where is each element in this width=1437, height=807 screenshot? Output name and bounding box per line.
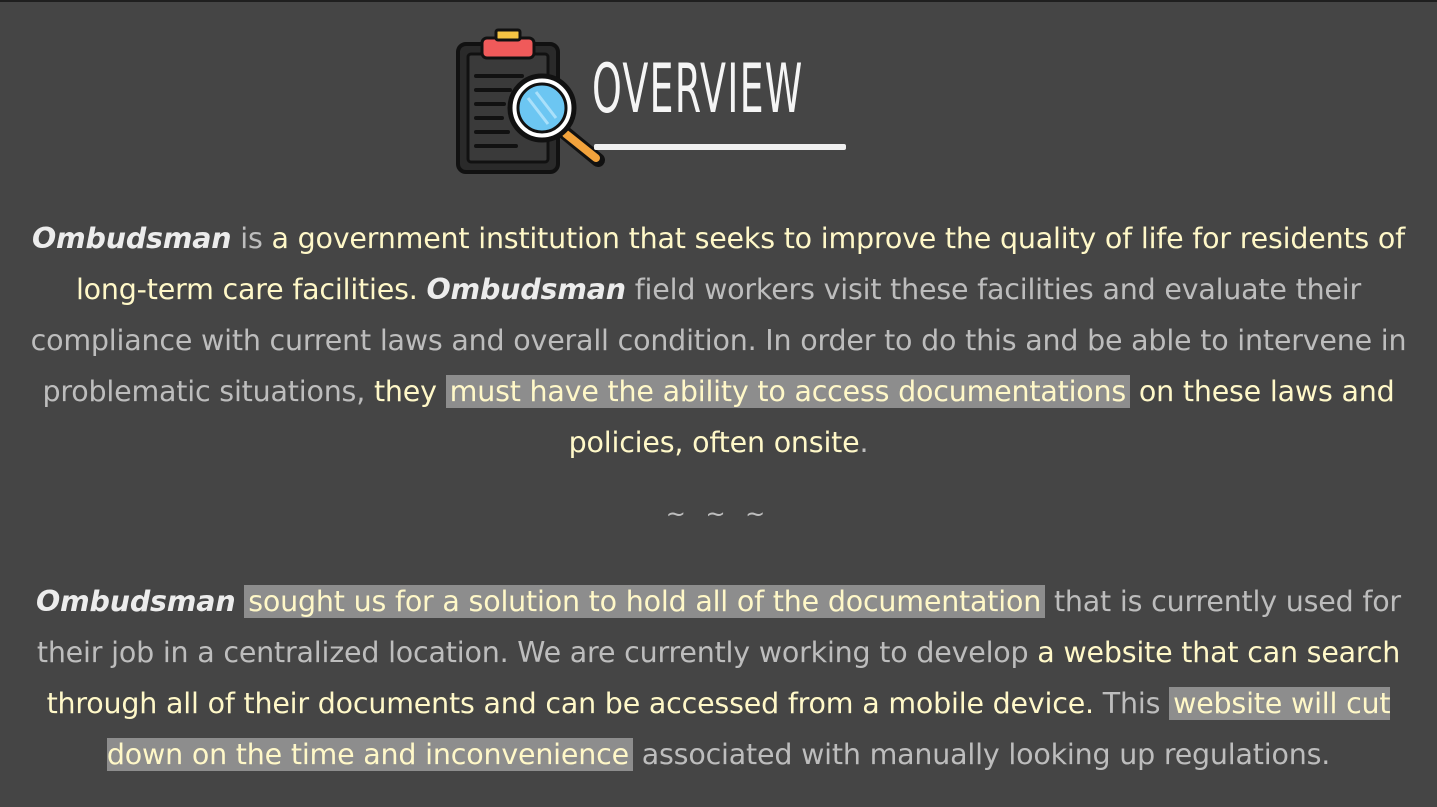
text-span: This bbox=[1093, 687, 1161, 720]
page-title: OVERVIEW bbox=[592, 50, 804, 129]
highlight-text: they bbox=[373, 375, 437, 408]
text-span: associated with manually looking up regu… bbox=[641, 738, 1331, 771]
section-divider: ~ ~ ~ bbox=[665, 500, 772, 528]
title-underline bbox=[594, 144, 846, 150]
overview-paragraph-2: Ombudsman sought us for a solution to ho… bbox=[10, 576, 1427, 780]
org-name: Ombudsman bbox=[426, 273, 626, 306]
highlight-box: must have the ability to access document… bbox=[445, 375, 1131, 408]
org-name: Ombudsman bbox=[36, 585, 236, 618]
header: OVERVIEW bbox=[452, 26, 872, 176]
highlight-box: sought us for a solution to hold all of … bbox=[244, 585, 1046, 618]
org-name: Ombudsman bbox=[32, 222, 232, 255]
clipboard-magnifier-icon bbox=[456, 28, 605, 174]
overview-paragraph-1: Ombudsman is a government institution th… bbox=[10, 213, 1427, 468]
text-span: . bbox=[859, 426, 869, 459]
text-span: is bbox=[231, 222, 272, 255]
